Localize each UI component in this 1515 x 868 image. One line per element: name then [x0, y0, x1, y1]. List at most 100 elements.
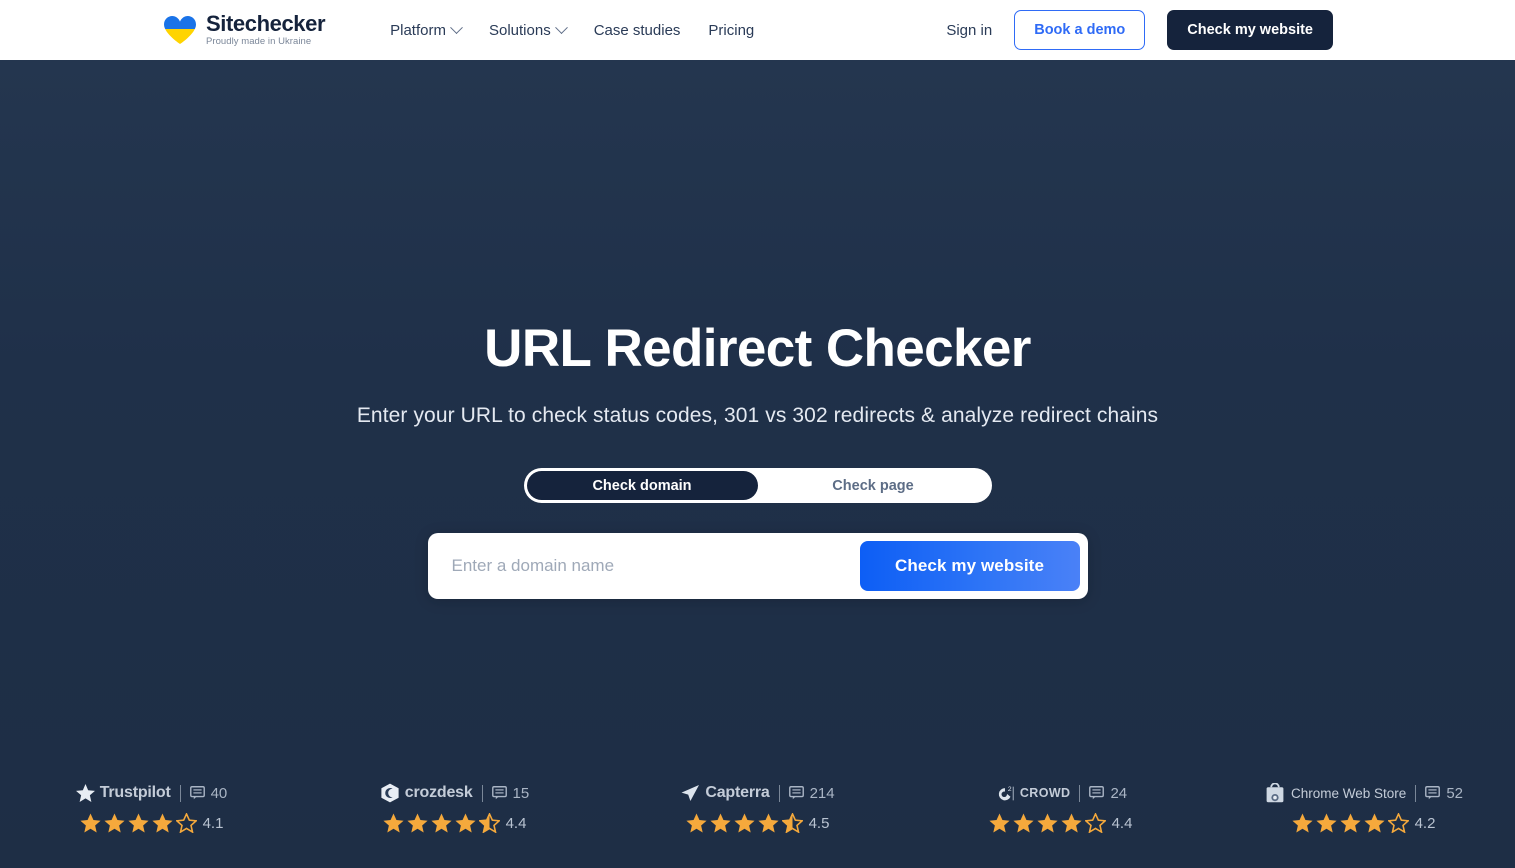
review-count: 24: [1110, 784, 1128, 802]
comment-icon: [1425, 786, 1441, 800]
g2-crowd-icon: 2: [994, 784, 1015, 803]
hero-content: URL Redirect Checker Enter your URL to c…: [0, 318, 1515, 599]
capterra-logo: Capterra: [680, 784, 770, 802]
star-icon-full: [430, 813, 452, 833]
star-icon-full: [151, 813, 173, 833]
star-icon-empty: [175, 813, 197, 833]
site-header: Sitechecker Proudly made in Ukraine Plat…: [0, 0, 1515, 60]
check-mode-toggle: Check domain Check page: [523, 468, 992, 503]
comment-icon: [788, 786, 804, 800]
crozdesk-logo: crozdesk: [380, 783, 473, 803]
check-my-website-submit-button[interactable]: Check my website: [859, 541, 1080, 591]
star-icon-empty: [1387, 813, 1409, 833]
star-rating: 4.4: [988, 813, 1133, 833]
star-icon-full: [1036, 813, 1058, 833]
tab-check-page[interactable]: Check page: [758, 471, 989, 500]
star-icon-full: [406, 813, 428, 833]
star-rating: 4.4: [382, 813, 527, 833]
domain-search-form: Check my website: [427, 533, 1088, 599]
review-header: crozdesk 15: [380, 782, 529, 804]
chrome-web-store-icon: [1264, 782, 1286, 804]
star-icon-full: [1012, 813, 1034, 833]
main-navigation: Platform Solutions Case studies Pricing: [390, 20, 754, 39]
nav-item-label: Solutions: [488, 21, 551, 39]
trustpilot-logo: Trustpilot: [75, 784, 171, 802]
star-rating: 4.5: [685, 813, 830, 833]
review-badge-capterra[interactable]: Capterra 214 4.5: [606, 778, 909, 868]
nav-item-platform[interactable]: Platform: [390, 20, 463, 39]
review-badge-trustpilot[interactable]: Trustpilot 40 4.1: [0, 778, 303, 868]
page-title: URL Redirect Checker: [484, 319, 1031, 378]
divider: [1415, 784, 1417, 802]
divider: [1079, 784, 1081, 802]
comment-icon: [189, 786, 205, 800]
star-icon-full: [454, 813, 476, 833]
chrome-web-store-logo: Chrome Web Store: [1264, 782, 1407, 804]
star-icon-full: [1315, 813, 1337, 833]
review-score: 4.1: [202, 814, 224, 832]
star-icon-full: [127, 813, 149, 833]
star-rating: 4.2: [1291, 813, 1436, 833]
divider: [778, 784, 780, 802]
review-score: 4.4: [1111, 814, 1133, 832]
check-my-website-header-button[interactable]: Check my website: [1167, 10, 1333, 50]
nav-item-case-studies[interactable]: Case studies: [594, 22, 681, 39]
star-rating: 4.1: [79, 813, 224, 833]
review-header: 2 CROWD 24: [994, 782, 1127, 804]
review-badges: Trustpilot 40 4.1 crozdesk 15 4.4 Capter…: [0, 778, 1515, 868]
capterra-arrow-icon: [680, 784, 700, 802]
chevron-down-icon: [554, 20, 568, 34]
brand-logo[interactable]: Sitechecker Proudly made in Ukraine: [163, 12, 326, 48]
star-icon-full: [757, 813, 779, 833]
crozdesk-icon: [380, 783, 400, 803]
review-badge-crozdesk[interactable]: crozdesk 15 4.4: [303, 778, 606, 868]
review-badge-chrome-web-store[interactable]: Chrome Web Store 52 4.2: [1212, 778, 1515, 868]
header-actions: Sign in Book a demo Check my website: [946, 10, 1333, 50]
review-platform-name: Chrome Web Store: [1291, 785, 1407, 801]
divider: [179, 784, 181, 802]
chevron-down-icon: [450, 20, 463, 34]
review-count-group: 52: [1425, 785, 1463, 802]
review-count-group: 214: [788, 784, 835, 802]
review-header: Capterra 214: [680, 782, 835, 804]
review-count: 214: [809, 784, 835, 802]
star-icon-empty: [1084, 813, 1106, 833]
review-platform-name: crozdesk: [404, 784, 473, 801]
g2-crowd-logo: 2 CROWD: [994, 784, 1071, 803]
page-subtitle: Enter your URL to check status codes, 30…: [356, 404, 1159, 427]
review-score: 4.2: [1414, 814, 1436, 832]
book-demo-button[interactable]: Book a demo: [1014, 10, 1146, 50]
review-score: 4.5: [808, 814, 830, 832]
star-icon-half: [478, 813, 500, 833]
nav-item-label: Platform: [390, 21, 446, 39]
review-platform-name: Trustpilot: [99, 784, 171, 801]
domain-search-input[interactable]: [435, 541, 860, 591]
hero-section: URL Redirect Checker Enter your URL to c…: [0, 60, 1515, 868]
nav-item-pricing[interactable]: Pricing: [708, 22, 754, 39]
star-icon-full: [1363, 813, 1385, 833]
review-count: 52: [1446, 784, 1463, 802]
star-icon-full: [79, 813, 101, 833]
tab-check-domain[interactable]: Check domain: [526, 471, 758, 500]
comment-icon: [1089, 786, 1105, 800]
ukraine-heart-logo-icon: [163, 15, 197, 45]
nav-item-solutions[interactable]: Solutions: [488, 20, 568, 39]
star-icon-full: [988, 813, 1010, 833]
star-icon-full: [1291, 813, 1313, 833]
review-count: 40: [210, 784, 228, 802]
review-platform-name: Capterra: [705, 784, 770, 801]
star-icon-full: [1060, 813, 1082, 833]
comment-icon: [491, 786, 507, 800]
brand-tagline: Proudly made in Ukraine: [206, 35, 312, 47]
review-header: Trustpilot 40: [75, 782, 228, 804]
review-score: 4.4: [505, 814, 527, 832]
review-platform-name: CROWD: [1019, 786, 1071, 800]
svg-text:2: 2: [1008, 786, 1012, 793]
star-icon-full: [733, 813, 755, 833]
sign-in-link[interactable]: Sign in: [946, 22, 992, 39]
review-count: 15: [512, 784, 530, 802]
review-badge-g2-crowd[interactable]: 2 CROWD 24 4.4: [909, 778, 1212, 868]
review-header: Chrome Web Store 52: [1264, 782, 1463, 804]
star-icon-half: [781, 813, 803, 833]
divider: [481, 784, 483, 802]
